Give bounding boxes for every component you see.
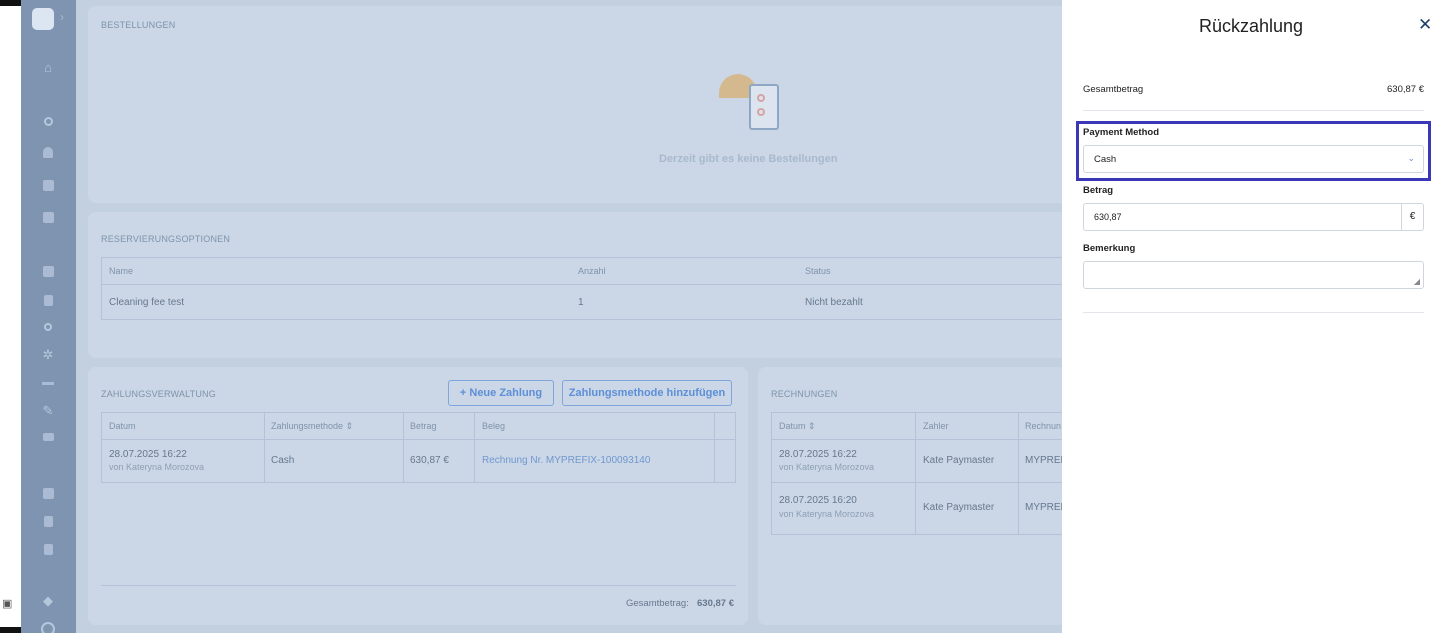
empty-orders-illustration-icon: [719, 66, 789, 132]
table-cell: Kate Paymaster: [923, 455, 995, 466]
invoices-title: RECHNUNGEN: [771, 389, 838, 399]
search-icon[interactable]: [39, 112, 57, 130]
divider: [714, 412, 715, 483]
apps-icon[interactable]: [39, 484, 57, 502]
divider: [1018, 412, 1019, 535]
app-logo-icon[interactable]: [32, 8, 54, 30]
message-icon[interactable]: [39, 428, 57, 446]
column-header: Beleg: [482, 421, 506, 431]
payments-title: ZAHLUNGSVERWALTUNG: [101, 389, 216, 399]
user-icon[interactable]: [39, 318, 57, 336]
resize-handle-icon[interactable]: ◢: [1414, 277, 1420, 286]
table-cell: 28.07.2025 16:20: [779, 495, 857, 506]
clipboard-icon[interactable]: [39, 540, 57, 558]
sort-icon[interactable]: ⇕: [346, 421, 354, 431]
currency-suffix: €: [1401, 204, 1423, 230]
close-icon[interactable]: ✕: [1418, 15, 1432, 35]
main-content: BESTELLUNGEN Derzeit gibt es keine Beste…: [76, 0, 1062, 633]
divider: [1083, 110, 1424, 111]
edge-bar: [0, 627, 21, 633]
table-cell: MYPREF: [1025, 455, 1062, 466]
column-header: Name: [109, 266, 134, 276]
divider: [1083, 312, 1424, 313]
amount-value: 630,87: [1094, 212, 1122, 222]
divider: [474, 412, 475, 483]
chevron-right-icon[interactable]: ›: [60, 10, 64, 24]
column-header: Zahler: [923, 421, 949, 431]
tag-icon[interactable]: ◆: [39, 592, 57, 610]
refund-drawer: Rückzahlung ✕ Gesamtbetrag 630,87 € Paym…: [1062, 0, 1440, 633]
column-header: Anzahl: [578, 266, 606, 276]
reservation-options-title: RESERVIERUNGSOPTIONEN: [101, 234, 231, 244]
divider: [101, 439, 736, 440]
column-header: Status: [805, 266, 831, 276]
book-icon[interactable]: [39, 512, 57, 530]
column-header-sortable[interactable]: Zahlungsmethode ⇕: [271, 421, 353, 432]
home-icon[interactable]: ⌂: [39, 58, 57, 76]
left-edge-strip: ▣: [0, 0, 21, 633]
table-cell: Cash: [271, 455, 295, 466]
table-cell: Nicht bezahlt: [805, 297, 863, 308]
settings-icon[interactable]: ✲: [39, 346, 57, 364]
table-cell: von Kateryna Morozova: [779, 462, 875, 472]
column-header: Betrag: [410, 421, 437, 431]
table-cell: von Kateryna Morozova: [109, 462, 205, 472]
sort-icon[interactable]: ⇕: [808, 421, 816, 431]
wrench-icon[interactable]: ✎: [39, 402, 57, 420]
building-icon[interactable]: [39, 176, 57, 194]
new-payment-button[interactable]: + Neue Zahlung: [448, 380, 554, 406]
avatar[interactable]: [39, 620, 57, 633]
amount-input[interactable]: 630,87 €: [1083, 203, 1424, 231]
payment-method-highlight: [1076, 121, 1431, 181]
empty-orders-text: Derzeit gibt es keine Bestellungen: [659, 153, 838, 165]
table-cell: von Kateryna Morozova: [779, 509, 875, 519]
clipboard-icon: ▣: [2, 598, 13, 610]
drawer-title: Rückzahlung: [1198, 16, 1304, 36]
payments-total-value: 630,87 €: [697, 598, 734, 609]
divider: [101, 585, 736, 586]
table-cell: 28.07.2025 16:22: [109, 449, 187, 460]
total-label: Gesamtbetrag: [1083, 84, 1144, 95]
table-cell: 1: [578, 297, 584, 308]
amount-label: Betrag: [1083, 185, 1114, 196]
column-header: Rechnun: [1025, 421, 1062, 431]
bell-icon[interactable]: [39, 143, 57, 161]
total-value: 630,87 €: [1387, 84, 1424, 95]
document-icon[interactable]: [39, 291, 57, 309]
sidebar: › ⌂ ✲ ✎ ◆: [21, 0, 76, 633]
note-label: Bemerkung: [1083, 243, 1136, 254]
table-cell: 630,87 €: [410, 455, 449, 466]
column-header-label: Datum: [779, 421, 806, 431]
orders-title: BESTELLUNGEN: [101, 20, 176, 30]
column-header-label: Zahlungsmethode: [271, 421, 344, 431]
table-cell: 28.07.2025 16:22: [779, 449, 857, 460]
add-payment-method-button[interactable]: Zahlungsmethode hinzufügen: [562, 380, 732, 406]
receipt-link[interactable]: Rechnung Nr. MYPREFIX-100093140: [482, 455, 650, 466]
table-cell: MYPREF: [1025, 502, 1062, 513]
chart-icon[interactable]: [39, 374, 57, 392]
edge-bar: [0, 0, 21, 6]
calendar-icon[interactable]: [39, 262, 57, 280]
orders-card: [88, 6, 1062, 203]
divider: [403, 412, 404, 483]
divider: [101, 284, 1062, 285]
table-cell: Kate Paymaster: [923, 502, 995, 513]
divider: [264, 412, 265, 483]
note-textarea[interactable]: ◢: [1083, 261, 1424, 289]
column-header-sortable[interactable]: Datum ⇕: [779, 421, 816, 432]
payments-total-label: Gesamtbetrag:: [626, 598, 689, 609]
column-header: Datum: [109, 421, 136, 431]
grid-icon[interactable]: [39, 208, 57, 226]
divider: [915, 412, 916, 535]
table-cell: Cleaning fee test: [109, 297, 185, 308]
